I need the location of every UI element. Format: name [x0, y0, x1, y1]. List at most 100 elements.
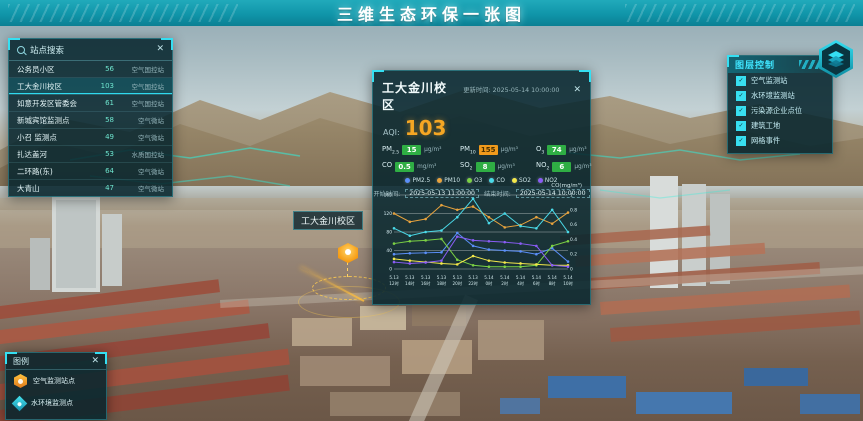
close-icon[interactable]: ✕: [91, 357, 99, 366]
station-value: 64: [92, 167, 114, 175]
station-type: 水质国控站: [120, 149, 164, 159]
legend-dot: [489, 178, 494, 183]
station-value: 53: [92, 150, 114, 158]
legend-item[interactable]: SO2: [512, 178, 531, 184]
checkbox-icon[interactable]: [736, 121, 746, 131]
legend-item[interactable]: O3: [467, 178, 482, 184]
layer-item[interactable]: 水环境监测站: [728, 88, 832, 103]
diamond-cyan-icon: [12, 395, 28, 411]
pollutant-grid: PM2.5 15 μg/m³ PM10 155 μg/m³ O3 74 μg/m…: [373, 142, 590, 174]
svg-text:5.144时: 5.144时: [516, 275, 526, 286]
pollutant-pm25: PM2.5 15 μg/m³: [382, 145, 460, 155]
aqi-value: 103: [405, 116, 447, 140]
checkbox-icon[interactable]: [736, 136, 746, 146]
svg-text:5.1410时: 5.1410时: [563, 275, 573, 286]
layer-item[interactable]: 网格事件: [728, 133, 832, 148]
svg-text:40: 40: [386, 248, 392, 254]
svg-text:5.148时: 5.148时: [548, 275, 558, 286]
layer-item-label: 建筑工地: [751, 121, 780, 131]
station-row[interactable]: 小召 监测点 49 空气微站: [9, 129, 172, 146]
close-icon[interactable]: ✕: [573, 86, 581, 95]
aqi-label: AQI:: [383, 128, 400, 137]
pollutant-o3: O3 74 μg/m³: [536, 145, 592, 155]
svg-text:5.1320时: 5.1320时: [453, 275, 463, 286]
svg-text:0.4: 0.4: [570, 237, 577, 243]
legend-dot: [437, 178, 442, 183]
svg-text:0.6: 0.6: [570, 222, 577, 228]
layer-item[interactable]: 建筑工地: [728, 118, 832, 133]
station-list-header: 站点搜索 ✕: [9, 39, 172, 61]
legend-item[interactable]: PM2.5: [405, 178, 430, 184]
hex-orange-icon: [14, 374, 27, 388]
layer-item[interactable]: 污染源企业点位: [728, 103, 832, 118]
app-header: 三维生态环保一张图: [0, 0, 863, 26]
station-name: 公务员小区: [17, 64, 92, 75]
station-name: 二环路(东): [17, 166, 92, 177]
page-title: 三维生态环保一张图: [337, 1, 526, 25]
svg-text:5.1312时: 5.1312时: [389, 275, 399, 286]
station-type: 空气微站: [120, 166, 164, 176]
station-row[interactable]: 扎达盖河 53 水质国控站: [9, 146, 172, 163]
header-decor-left: [8, 4, 238, 22]
checkbox-icon[interactable]: [736, 91, 746, 101]
legend-dot: [467, 178, 472, 183]
station-type: 空气微站: [120, 115, 164, 125]
svg-text:0: 0: [570, 267, 573, 273]
svg-text:0: 0: [389, 267, 392, 273]
station-row[interactable]: 新城宾馆监测点 58 空气微站: [9, 112, 172, 129]
layer-control-panel: 图层控制 空气监测站 水环境监测站 污染源企业点位 建筑工地 网格事件: [727, 55, 833, 154]
close-icon[interactable]: ✕: [156, 45, 164, 54]
map-station-label[interactable]: 工大金川校区: [293, 211, 363, 230]
pollutant-value-badge: 155: [479, 145, 498, 155]
station-row[interactable]: 二环路(东) 64 空气微站: [9, 163, 172, 180]
svg-text:5.1316时: 5.1316时: [421, 275, 431, 286]
station-detail-panel: 工大金川校区 更新时间: 2025-05-14 10:00:00 ✕ AQI: …: [372, 70, 591, 305]
legend-entry: 水环境监测点: [6, 392, 106, 414]
station-name: 扎达盖河: [17, 149, 92, 160]
legend-entry: 空气监测站点: [6, 370, 106, 392]
layer-item-label: 水环境监测站: [751, 91, 795, 101]
station-row[interactable]: 公务员小区 56 空气国控站: [9, 61, 172, 78]
station-name: 新城宾馆监测点: [17, 115, 92, 126]
checkbox-icon[interactable]: [736, 106, 746, 116]
svg-text:5.1322时: 5.1322时: [468, 275, 478, 286]
station-name: 如意开发区管委会: [17, 98, 92, 109]
checkbox-icon[interactable]: [736, 76, 746, 86]
legend-item[interactable]: PM10: [437, 178, 460, 184]
pollutant-value-badge: 8: [476, 162, 495, 172]
station-name: 小召 监测点: [17, 132, 92, 143]
station-list-title: 站点搜索: [30, 44, 64, 56]
station-type: 空气国控站: [120, 81, 164, 91]
svg-text:160: 160: [384, 193, 393, 199]
svg-text:0.2: 0.2: [570, 252, 577, 258]
detail-title: 工大金川校区: [382, 79, 457, 113]
legend-panel-title: 图例: [13, 356, 29, 367]
pollutant-co: CO 0.5 mg/m³: [382, 161, 460, 171]
station-row-active[interactable]: 工大金川校区 103 空气国控站: [9, 78, 172, 95]
layer-panel-header: 图层控制: [728, 56, 832, 73]
pollutant-value-badge: 15: [402, 145, 421, 155]
station-value: 47: [92, 184, 114, 192]
station-value: 103: [92, 82, 114, 90]
legend-item[interactable]: CO: [489, 178, 505, 184]
svg-text:5.1314时: 5.1314时: [405, 275, 415, 286]
svg-text:5.140时: 5.140时: [484, 275, 494, 286]
pollutant-value-badge: 0.5: [395, 162, 414, 172]
station-type: 空气国控站: [120, 98, 164, 108]
station-type: 空气微站: [120, 183, 164, 193]
layer-item[interactable]: 空气监测站: [728, 73, 832, 88]
legend-entry-label: 水环境监测点: [31, 398, 73, 408]
station-name: 工大金川校区: [17, 81, 92, 92]
svg-text:5.146时: 5.146时: [532, 275, 542, 286]
legend-dot: [512, 178, 517, 183]
map-legend-panel: 图例 ✕ 空气监测站点 水环境监测点: [5, 352, 107, 420]
station-row[interactable]: 如意开发区管委会 61 空气国控站: [9, 95, 172, 112]
app-window: 三维生态环保一张图 站点搜索 ✕ 公务员小区 56 空气国控站 工大金川校区 1…: [0, 0, 863, 421]
layer-item-label: 污染源企业点位: [751, 106, 802, 116]
svg-text:5.1318时: 5.1318时: [437, 275, 447, 286]
svg-text:80: 80: [386, 230, 392, 236]
station-row[interactable]: 大青山 47 空气微站: [9, 180, 172, 196]
layer-item-label: 网格事件: [751, 136, 780, 146]
pollutant-no2: NO2 6 μg/m³: [536, 161, 592, 171]
pollutant-trend-chart: 0408012016000.20.40.60.815.1312时5.1314时5…: [378, 189, 585, 301]
